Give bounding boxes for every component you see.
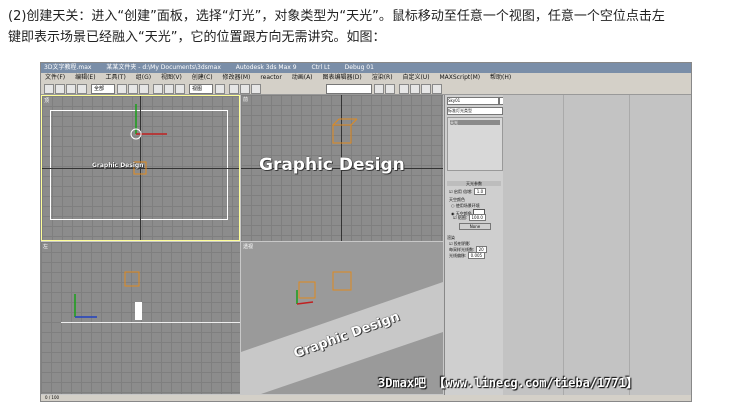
map-amount-spinner[interactable]: 100.0 <box>468 214 486 221</box>
align-icon[interactable] <box>385 84 395 94</box>
object-name-field[interactable]: Sky01 <box>447 97 499 105</box>
quick-render-icon[interactable] <box>432 84 442 94</box>
snap-icon[interactable] <box>229 84 239 94</box>
time-slider-label[interactable]: 0 / 100 <box>45 395 59 400</box>
menu-modifiers[interactable]: 修改器(M) <box>223 74 251 81</box>
menu-tools[interactable]: 工具(T) <box>105 74 125 81</box>
menu-reactor[interactable]: reactor <box>260 74 282 81</box>
light-type-dropdown[interactable]: 标准灯光类型 <box>447 107 503 115</box>
render-icon[interactable] <box>421 84 431 94</box>
move-icon[interactable] <box>153 84 163 94</box>
map-none-button[interactable]: None <box>459 223 491 230</box>
max-screenshot: 3D文字教程.max 某某文件夹 - d:\My Documents\3dsma… <box>40 62 692 402</box>
menu-graph-editors[interactable]: 图表编辑器(D) <box>322 74 361 81</box>
link-icon[interactable] <box>66 84 76 94</box>
scene-text-top: Graphic Design <box>92 162 144 169</box>
menu-rendering[interactable]: 渲染(R) <box>372 74 393 81</box>
instruction-line-1: (2)创建天关：进入“创建”面板，选择“灯光”，对象类型为“天光”。鼠标移动至任… <box>8 9 665 24</box>
on-checkbox[interactable]: ☑ <box>449 189 453 194</box>
perspective-scene <box>241 271 443 394</box>
menu-views[interactable]: 视图(V) <box>161 74 182 81</box>
selection-filter-dropdown[interactable]: 全部 <box>91 84 115 94</box>
undo-icon[interactable] <box>44 84 54 94</box>
divider <box>563 95 564 395</box>
material-editor-icon[interactable] <box>399 84 409 94</box>
cast-shadows-checkbox[interactable]: ☑ <box>449 241 453 246</box>
radio-icon: ○ <box>451 203 455 208</box>
use-scene-env-label: 使用场景环境 <box>455 203 480 208</box>
menu-bar: 文件(F) 编辑(E) 工具(T) 组(G) 视图(V) 创建(C) 修改器(M… <box>41 73 691 82</box>
on-label: 启用 <box>453 189 462 194</box>
region-select-icon[interactable] <box>139 84 149 94</box>
menu-maxscript[interactable]: MAXScript(M) <box>439 74 480 81</box>
title-debug: Debug 01 <box>344 64 374 71</box>
map-checkbox[interactable]: ☑ <box>453 215 457 220</box>
multiplier-spinner[interactable]: 1.0 <box>473 188 487 195</box>
menu-create[interactable]: 创建(C) <box>192 74 213 81</box>
viewport-front[interactable]: 前 Graphic Design <box>241 95 443 241</box>
select-icon[interactable] <box>117 84 127 94</box>
mirror-icon[interactable] <box>374 84 384 94</box>
title-app: Autodesk 3ds Max 9 <box>235 64 297 71</box>
instruction-text: (2)创建天关：进入“创建”面板，选择“灯光”，对象类型为“天光”。鼠标移动至任… <box>8 6 732 48</box>
divider <box>629 95 630 395</box>
angle-snap-icon[interactable] <box>240 84 250 94</box>
redo-icon[interactable] <box>55 84 65 94</box>
scale-icon[interactable] <box>175 84 185 94</box>
title-path: 某某文件夹 - d:\My Documents\3dsmax <box>106 64 221 71</box>
rotate-icon[interactable] <box>164 84 174 94</box>
watermark: 3Dmax吧 【www.linecg.com/tieba/1771】 <box>378 376 638 390</box>
left-view-gizmo <box>74 271 142 320</box>
ray-bias-row: 光线偏移: 0.005 <box>449 252 486 259</box>
skylight-button[interactable]: 天光 <box>450 120 500 125</box>
title-ctrl: Ctrl Lt <box>311 64 330 71</box>
status-bar: 0 / 100 <box>41 395 691 401</box>
menu-group[interactable]: 组(G) <box>136 74 151 81</box>
instruction-line-2: 键即表示场景已经融入“天光”，它的位置跟方向无需讲究。如图： <box>8 30 386 45</box>
object-type-rollout: 天光 <box>447 117 503 171</box>
select-by-name-icon[interactable] <box>128 84 138 94</box>
render-setup-icon[interactable] <box>410 84 420 94</box>
pivot-icon[interactable] <box>215 84 225 94</box>
menu-edit[interactable]: 编辑(E) <box>75 74 95 81</box>
viewport-top[interactable]: 顶 Graphic Design <box>41 95 240 241</box>
menu-animation[interactable]: 动画(A) <box>292 74 313 81</box>
title-file: 3D文字教程.max <box>44 64 92 71</box>
map-label: 贴图: <box>457 215 468 220</box>
viewport-perspective[interactable]: 透视 Graphic Design <box>241 242 443 394</box>
ray-bias-label: 光线偏移: <box>449 253 467 258</box>
on-row: ☑ 启用 倍增: 1.0 <box>449 188 487 195</box>
map-row: ☑ 贴图: 100.0 <box>453 214 486 221</box>
title-bar: 3D文字教程.max 某某文件夹 - d:\My Documents\3dsma… <box>41 63 691 73</box>
skylight-params-header[interactable]: 天光参数 <box>447 181 501 186</box>
ray-bias-spinner[interactable]: 0.005 <box>467 252 486 259</box>
unlink-icon[interactable] <box>77 84 87 94</box>
viewport-left[interactable]: 左 <box>41 242 240 394</box>
desktop-background <box>503 95 691 395</box>
menu-customize[interactable]: 自定义(U) <box>402 74 429 81</box>
percent-snap-icon[interactable] <box>251 84 261 94</box>
menu-help[interactable]: 帮助(H) <box>490 74 511 81</box>
scene-text-front: Graphic Design <box>259 155 405 175</box>
cast-shadows-label: 投射阴影 <box>453 241 470 246</box>
main-toolbar: 全部 视图 <box>41 82 691 95</box>
command-panel: Sky01 标准灯光类型 天光 天光参数 ☑ 启用 倍增: 1.0 天空颜色 ○… <box>444 95 505 395</box>
named-selection-dropdown[interactable] <box>326 84 372 94</box>
reference-coord-dropdown[interactable]: 视图 <box>189 84 213 94</box>
menu-file[interactable]: 文件(F) <box>45 74 65 81</box>
multiplier-label: 倍增: <box>463 189 473 194</box>
